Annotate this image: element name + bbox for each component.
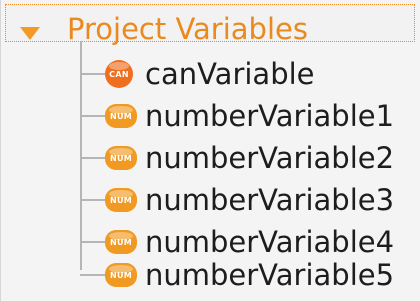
tree-node-project-variables[interactable]: Project Variables [5, 4, 415, 46]
tree-item-number-variable-2[interactable]: NUM numberVariable2 [80, 137, 400, 179]
tree-node-label: Project Variables [67, 12, 308, 46]
num-badge-icon: NUM [105, 104, 137, 128]
tree-connector [80, 73, 108, 75]
num-badge-icon: NUM [105, 230, 137, 254]
tree-item-label: numberVariable1 [145, 99, 395, 133]
tree-item-number-variable-3[interactable]: NUM numberVariable3 [80, 179, 400, 221]
tree-connector [80, 199, 108, 201]
tree-connector [80, 115, 108, 117]
tree-item-label: numberVariable3 [145, 183, 395, 217]
tree-item-label: numberVariable5 [145, 258, 395, 292]
triangle-down-icon[interactable] [20, 27, 40, 40]
tree-connector [80, 241, 108, 243]
tree-item-number-variable-5[interactable]: NUM numberVariable5 [80, 254, 400, 296]
tree-connector [80, 157, 108, 159]
variables-tree-panel: Project Variables CAN canVariable NUM nu… [0, 0, 420, 301]
tree-item-label: numberVariable2 [145, 141, 395, 175]
num-badge-icon: NUM [105, 263, 137, 287]
tree-item-label: canVariable [145, 57, 315, 91]
num-badge-icon: NUM [105, 146, 137, 170]
tree-connector [80, 274, 108, 276]
tree-item-number-variable-1[interactable]: NUM numberVariable1 [80, 95, 400, 137]
num-badge-icon: NUM [105, 188, 137, 212]
can-badge-icon: CAN [105, 60, 133, 88]
tree-item-can-variable[interactable]: CAN canVariable [80, 53, 400, 95]
